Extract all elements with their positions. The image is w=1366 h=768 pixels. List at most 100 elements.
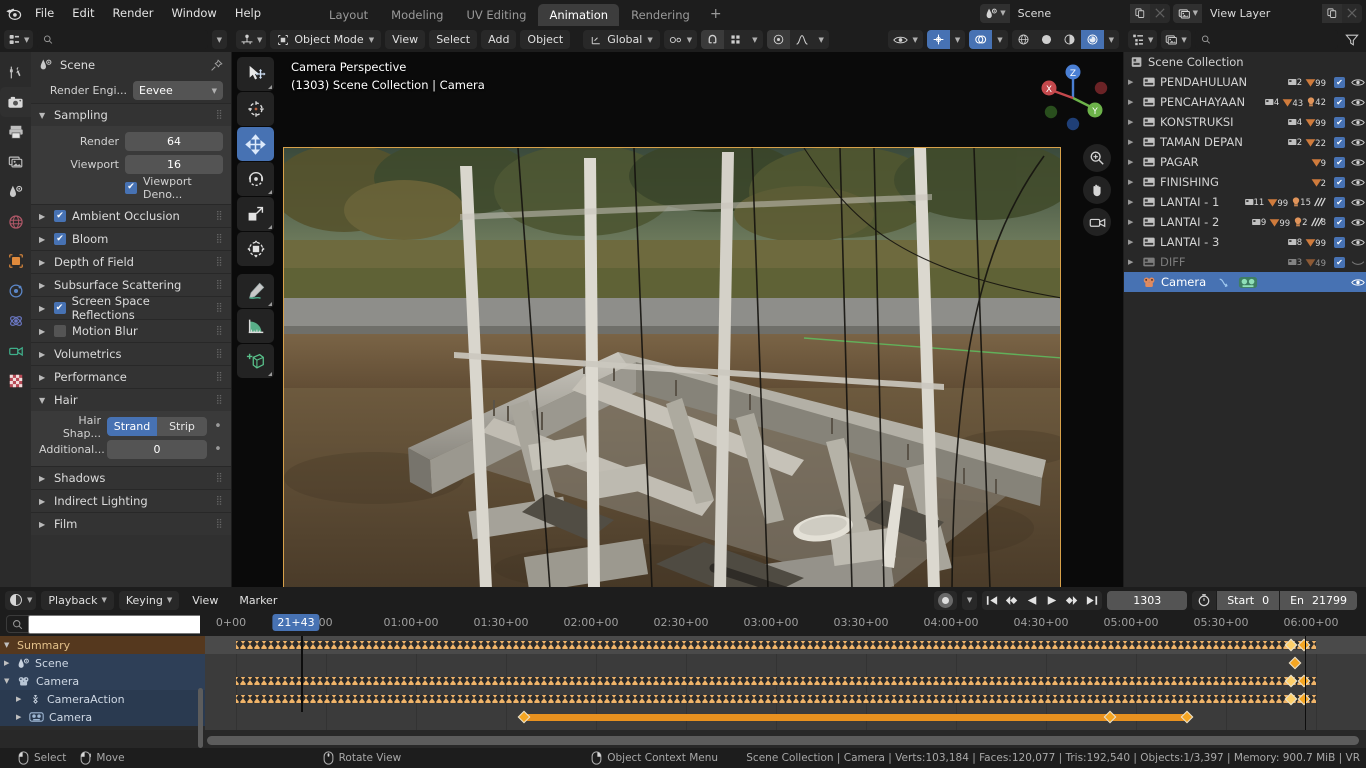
- hair-shape-strip[interactable]: Strip: [157, 417, 207, 436]
- tool-tweak[interactable]: [237, 57, 274, 91]
- hair-shape-toggle[interactable]: Strand Strip: [107, 417, 207, 436]
- panel-film[interactable]: ▶ Film ⣿: [31, 512, 231, 535]
- prop-tab-world[interactable]: [0, 207, 31, 237]
- prev-keyframe-button[interactable]: [1002, 591, 1022, 610]
- tool-measure[interactable]: [237, 309, 274, 343]
- viewport-canvas[interactable]: Camera Perspective (1303) Scene Collecti…: [232, 52, 1123, 587]
- keyframe-row-camera-action[interactable]: [205, 690, 1366, 708]
- hide-eye-icon[interactable]: [1350, 177, 1366, 188]
- outliner-display-mode-button[interactable]: ▼: [1161, 30, 1191, 49]
- editor-type-button[interactable]: ▼: [5, 590, 37, 610]
- current-frame-field[interactable]: 1303: [1107, 590, 1188, 610]
- hide-eye-icon[interactable]: [1350, 197, 1366, 208]
- disclosure-triangle-icon[interactable]: ▶: [1128, 238, 1138, 246]
- panel-indirect-lighting[interactable]: ▶ Indirect Lighting ⣿: [31, 489, 231, 512]
- panel-performance[interactable]: ▶ Performance ⣿: [31, 365, 231, 388]
- disclosure-triangle-icon[interactable]: ▶: [1128, 178, 1138, 186]
- frame-start-field[interactable]: Start 0: [1217, 590, 1280, 610]
- viewport-menu-add[interactable]: Add: [481, 30, 517, 49]
- viewport-menu-object[interactable]: Object: [520, 30, 571, 49]
- falloff-curve-icon[interactable]: [790, 30, 814, 49]
- add-workspace-button[interactable]: +: [702, 4, 730, 26]
- panel-shadows[interactable]: ▶ Shadows ⣿: [31, 466, 231, 489]
- animate-property-icon[interactable]: •: [213, 443, 223, 456]
- frame-end-field[interactable]: En 21799: [1280, 590, 1357, 610]
- hide-eye-icon[interactable]: [1350, 117, 1366, 128]
- playback-menu[interactable]: Playback ▼: [41, 590, 114, 610]
- chevron-right-icon[interactable]: ▶: [4, 659, 12, 667]
- delete-view-layer-button[interactable]: [1342, 3, 1362, 23]
- prop-tab-tool[interactable]: [0, 57, 31, 87]
- jump-to-start-button[interactable]: [982, 591, 1002, 610]
- new-view-layer-button[interactable]: [1322, 3, 1342, 23]
- prop-tab-material[interactable]: [0, 366, 31, 396]
- animate-property-icon[interactable]: •: [213, 420, 223, 433]
- viewport-menu-select[interactable]: Select: [429, 30, 478, 49]
- menu-window[interactable]: Window: [162, 3, 225, 23]
- channel-camera-data[interactable]: ▶ Camera: [0, 708, 205, 726]
- tool-add-cube[interactable]: [237, 344, 274, 378]
- keyframe-row-summary[interactable]: [205, 636, 1366, 654]
- scene-selector[interactable]: ▼ Scene: [980, 3, 1170, 23]
- disclosure-triangle-icon[interactable]: ▶: [1128, 98, 1138, 106]
- exclude-checkbox[interactable]: ✔: [1333, 176, 1346, 188]
- keyframe-marker[interactable]: [517, 710, 531, 724]
- viewport-denoise-checkbox[interactable]: ✔: [125, 181, 137, 194]
- exclude-checkbox[interactable]: ✔: [1333, 156, 1346, 168]
- editor-type-button[interactable]: ▼: [236, 30, 267, 49]
- outliner-row-konstruksi[interactable]: ▶ KONSTRUKSI 4 99 ✔: [1124, 112, 1366, 132]
- outliner-row-lantai-3[interactable]: ▶ LANTAI - 3 8 99 ✔: [1124, 232, 1366, 252]
- channel-vertical-scrollbar[interactable]: [198, 688, 203, 748]
- keyframe-row-camera-object[interactable]: [205, 672, 1366, 690]
- disclosure-triangle-icon[interactable]: ▶: [1128, 218, 1138, 226]
- use-preview-range-icon[interactable]: [1192, 590, 1217, 610]
- transform-orientation-dropdown[interactable]: Global ▼: [583, 30, 660, 49]
- hide-eye-icon[interactable]: [1350, 277, 1366, 288]
- panel-motion-blur[interactable]: ▶ Motion Blur ⣿: [31, 319, 231, 342]
- prop-tab-scene[interactable]: [0, 177, 31, 207]
- channel-camera-action[interactable]: ▶ CameraAction: [0, 690, 205, 708]
- ambient-occlusion-checkbox[interactable]: ✔: [54, 210, 66, 222]
- menu-help[interactable]: Help: [226, 3, 270, 23]
- tab-layout[interactable]: Layout: [318, 4, 379, 26]
- tab-modeling[interactable]: Modeling: [380, 4, 454, 26]
- keyframe-marker[interactable]: [1103, 710, 1117, 724]
- shading-wireframe-icon[interactable]: [1012, 30, 1035, 49]
- view-layer-selector[interactable]: ▼ View Layer: [1172, 3, 1362, 23]
- tool-move[interactable]: [237, 127, 274, 161]
- timeline-ruler[interactable]: 0+00 +00 01:00+00 01:30+00 02:00+00 02:3…: [200, 612, 1366, 636]
- render-engine-dropdown[interactable]: Eevee ▼: [133, 81, 223, 100]
- falloff-dropdown-caret[interactable]: ▼: [814, 30, 829, 49]
- hide-eye-icon[interactable]: [1350, 217, 1366, 228]
- exclude-checkbox[interactable]: ✔: [1333, 136, 1346, 148]
- jump-to-end-button[interactable]: [1082, 591, 1102, 610]
- keyframe-band[interactable]: [524, 713, 1188, 721]
- tab-animation[interactable]: Animation: [538, 4, 620, 26]
- gizmo-group[interactable]: ▼: [926, 30, 966, 49]
- tool-annotate[interactable]: [237, 274, 274, 308]
- channel-search-input[interactable]: [28, 614, 209, 634]
- snap-type-icon[interactable]: [724, 30, 747, 49]
- hide-eye-icon[interactable]: [1350, 97, 1366, 108]
- motion-blur-checkbox[interactable]: [54, 325, 66, 337]
- outliner-row-scene-collection[interactable]: Scene Collection: [1124, 52, 1366, 72]
- proportional-editing-group[interactable]: ▼: [766, 30, 829, 49]
- tool-transform[interactable]: [237, 232, 274, 266]
- disclosure-triangle-icon[interactable]: ▶: [1128, 198, 1138, 206]
- timeline-view-menu[interactable]: View: [184, 591, 226, 610]
- exclude-checkbox[interactable]: ✔: [1333, 116, 1346, 128]
- overlays-toggle-icon[interactable]: [969, 30, 993, 49]
- scene-icon[interactable]: ▼: [980, 3, 1010, 23]
- auto-keying-button[interactable]: [933, 590, 957, 610]
- tab-uv-editing[interactable]: UV Editing: [455, 4, 537, 26]
- shading-material-preview-icon[interactable]: [1058, 30, 1081, 49]
- tab-rendering[interactable]: Rendering: [620, 4, 701, 26]
- properties-search-input[interactable]: [58, 33, 202, 46]
- shading-rendered-icon[interactable]: [1080, 30, 1104, 49]
- shading-solid-icon[interactable]: [1035, 30, 1058, 49]
- hide-eye-icon[interactable]: [1350, 77, 1366, 88]
- outliner-search[interactable]: [1194, 30, 1338, 49]
- snap-magnet-icon[interactable]: [701, 30, 725, 49]
- properties-search[interactable]: [37, 30, 208, 49]
- menu-render[interactable]: Render: [104, 3, 163, 23]
